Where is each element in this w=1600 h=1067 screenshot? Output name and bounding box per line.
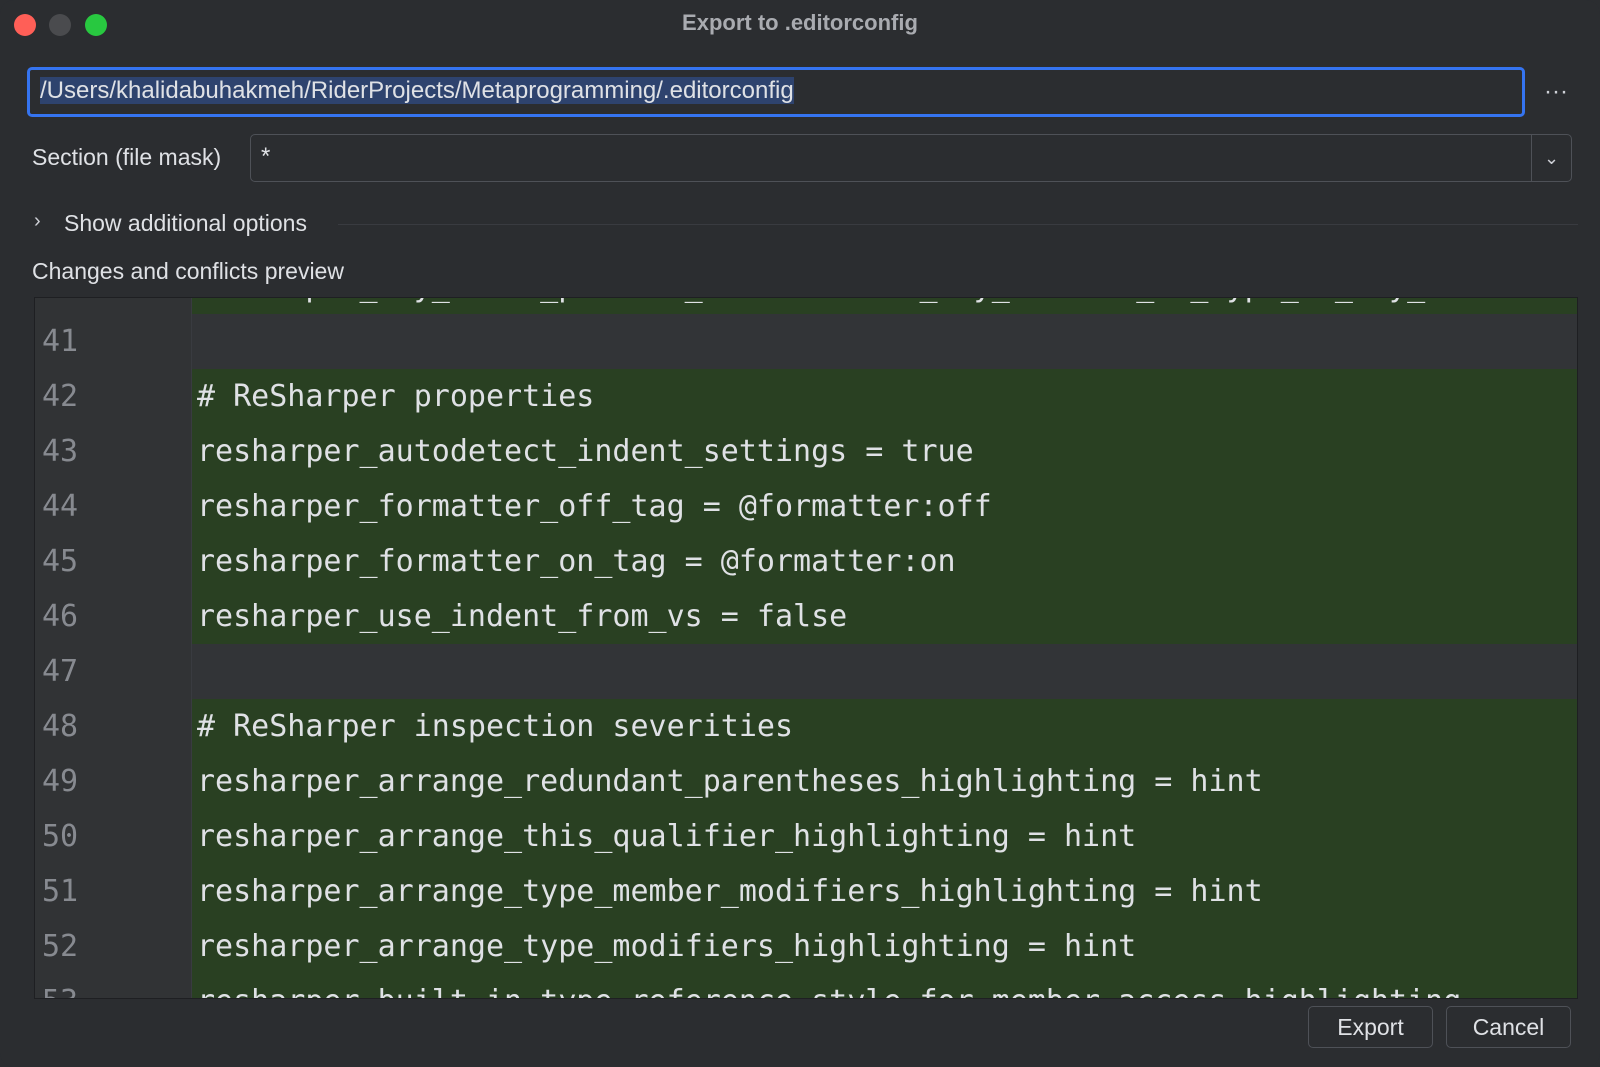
line-text: resharper_any_other_partial_construction… (192, 298, 1577, 314)
line-text (192, 644, 1577, 699)
path-value: /Users/khalidabuhakmeh/RiderProjects/Met… (40, 77, 794, 104)
line-text: resharper_built_in_type_reference_style_… (192, 974, 1577, 998)
line-text: resharper_arrange_this_qualifier_highlig… (192, 809, 1577, 864)
line-text: resharper_autodetect_indent_settings = t… (192, 424, 1577, 479)
code-line: 40 resharper_any_other_partial_constructi… (35, 298, 1577, 314)
code-line: 53 resharper_built_in_type_reference_styl… (35, 974, 1577, 998)
line-text: # ReSharper properties (192, 369, 1577, 424)
code-line: 51 resharper_arrange_type_member_modifier… (35, 864, 1577, 919)
line-text: resharper_arrange_redundant_parentheses_… (192, 754, 1577, 809)
export-button[interactable]: Export (1308, 1006, 1433, 1048)
line-number: 53 (42, 974, 182, 998)
line-number: 42 (42, 379, 79, 414)
line-number: 46 (42, 599, 79, 634)
code-line: 46 resharper_use_indent_from_vs = false (35, 589, 1577, 644)
code-line: 52 resharper_arrange_type_modifiers_highl… (35, 919, 1577, 974)
line-text: resharper_arrange_type_member_modifiers_… (192, 864, 1577, 919)
code-line: 47 (35, 644, 1577, 699)
code-line: 48 # ReSharper inspection severities (35, 699, 1577, 754)
line-number: 51 (42, 874, 79, 909)
code-line: 45 resharper_formatter_on_tag = @formatte… (35, 534, 1577, 589)
chevron-down-icon[interactable]: ⌄ (1531, 135, 1571, 181)
line-text: resharper_formatter_off_tag = @formatter… (192, 479, 1577, 534)
line-number: 49 (42, 764, 79, 799)
code-line: 41 (35, 314, 1577, 369)
browse-button[interactable]: ··· (1544, 78, 1568, 106)
line-number: 48 (42, 709, 79, 744)
separator (338, 224, 1578, 225)
section-combobox[interactable]: * ⌄ (250, 134, 1572, 182)
code-line: 43 resharper_autodetect_indent_settings =… (35, 424, 1577, 479)
line-number: 50 (42, 819, 79, 854)
chevron-right-icon[interactable]: › (34, 210, 41, 233)
preview-label: Changes and conflicts preview (32, 258, 344, 284)
cancel-button[interactable]: Cancel (1446, 1006, 1571, 1048)
line-text: # ReSharper inspection severities (192, 699, 1577, 754)
code-line: 44 resharper_formatter_off_tag = @formatt… (35, 479, 1577, 534)
line-text: resharper_formatter_on_tag = @formatter:… (192, 534, 1577, 589)
preview-editor[interactable]: 40 resharper_any_other_partial_constructi… (34, 297, 1578, 999)
line-number: 47 (42, 654, 79, 689)
line-number: 41 (42, 324, 79, 359)
path-input[interactable]: /Users/khalidabuhakmeh/RiderProjects/Met… (27, 67, 1525, 117)
line-number: 45 (42, 544, 79, 579)
code-line: 49 resharper_arrange_redundant_parenthese… (35, 754, 1577, 809)
export-editorconfig-dialog: Export to .editorconfig /Users/khalidabu… (0, 0, 1600, 1067)
dialog-title: Export to .editorconfig (682, 10, 918, 35)
line-number: 52 (42, 929, 79, 964)
line-text: resharper_use_indent_from_vs = false (192, 589, 1577, 644)
line-text: resharper_arrange_type_modifiers_highlig… (192, 919, 1577, 974)
section-value: * (261, 143, 271, 170)
show-additional-options-toggle[interactable]: Show additional options (64, 210, 307, 237)
line-number: 43 (42, 434, 79, 469)
line-number: 40 (42, 298, 182, 314)
code-line: 50 resharper_arrange_this_qualifier_highl… (35, 809, 1577, 864)
section-label: Section (file mask) (32, 144, 222, 170)
line-number: 44 (42, 489, 79, 524)
line-text (192, 314, 1577, 369)
code-line: 42 # ReSharper properties (35, 369, 1577, 424)
